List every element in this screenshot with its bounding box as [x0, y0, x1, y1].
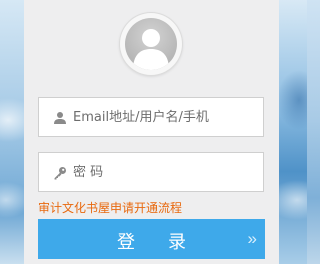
login-panel: 审计文化书屋申请开通流程 登 录 »	[24, 0, 279, 264]
background-left	[0, 0, 24, 264]
avatar	[120, 13, 182, 75]
apply-process-link[interactable]: 审计文化书屋申请开通流程	[38, 199, 182, 216]
password-field[interactable]	[38, 152, 264, 192]
key-icon	[53, 165, 67, 180]
password-input[interactable]	[73, 153, 259, 191]
username-field[interactable]	[38, 97, 264, 137]
background-right	[279, 0, 307, 264]
username-input[interactable]	[73, 98, 259, 136]
login-button-label: 登 录	[116, 232, 200, 252]
double-chevron-right-icon: »	[247, 229, 257, 248]
user-icon	[53, 110, 67, 124]
user-avatar-icon	[125, 18, 177, 70]
login-button[interactable]: 登 录 »	[38, 219, 265, 259]
